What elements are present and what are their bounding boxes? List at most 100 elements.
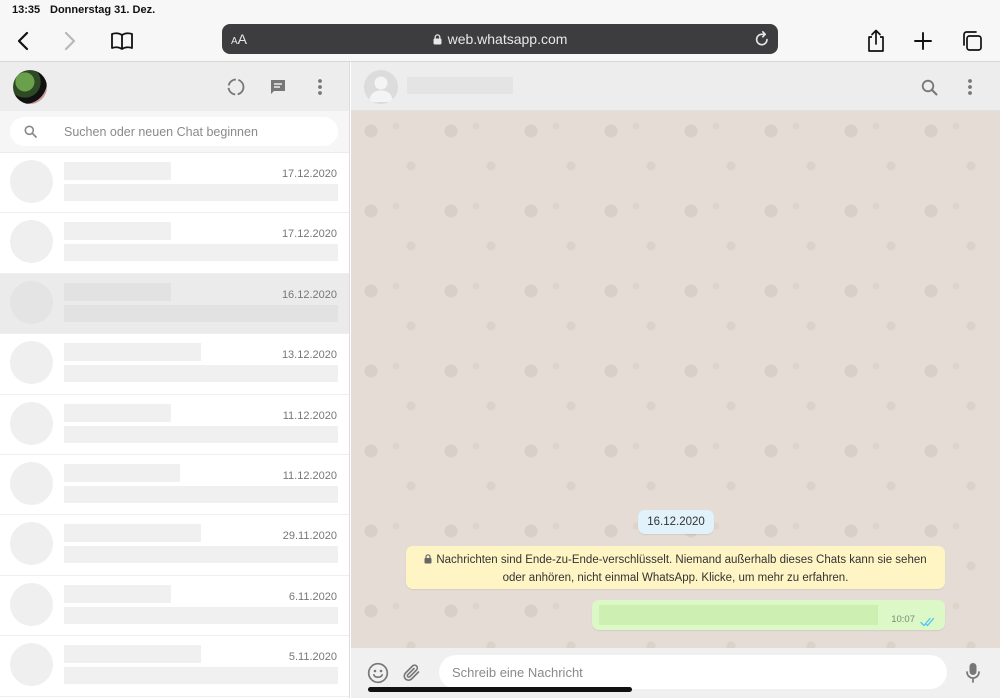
chat-date: 13.12.2020: [281, 349, 337, 362]
reload-icon: [755, 31, 768, 46]
contact-avatar: [10, 220, 53, 264]
contact-avatar: [10, 401, 53, 445]
chat-date: 17.12.2020: [281, 168, 337, 180]
contact-avatar[interactable]: [364, 70, 398, 104]
encryption-notice[interactable]: Nachrichten sind Ende-zu-Ende-verschlüss…: [406, 546, 945, 589]
chat-list-item[interactable]: 13.12.2020: [0, 334, 349, 395]
outgoing-message[interactable]: 10:07: [592, 600, 945, 630]
contact-name-placeholder: [64, 524, 201, 543]
book-icon: [111, 32, 133, 50]
contact-avatar: [10, 522, 53, 566]
lock-icon: [433, 32, 442, 48]
chat-list-item[interactable]: 11.12.2020: [0, 394, 349, 455]
message-text-placeholder: [599, 605, 878, 625]
message-input[interactable]: [439, 655, 947, 689]
last-message-placeholder: [64, 244, 338, 262]
emoji-icon: [367, 662, 389, 684]
chat-date: 6.11.2020: [288, 590, 337, 603]
forward-button[interactable]: [55, 26, 85, 56]
message-area[interactable]: 16.12.2020 Nachrichten sind Ende-zu-Ende…: [351, 111, 1000, 648]
default-avatar-icon: [369, 76, 393, 102]
contact-name-placeholder: [64, 343, 201, 362]
contact-avatar: [10, 280, 53, 324]
chevron-left-icon: [17, 31, 29, 51]
menu-button[interactable]: [308, 75, 332, 99]
contact-name-placeholder: [64, 645, 201, 664]
chat-list-item[interactable]: 6.11.2020: [0, 575, 349, 637]
status-icon: [227, 78, 245, 96]
more-vertical-icon: [968, 79, 972, 95]
share-button[interactable]: [861, 26, 891, 56]
reload-button[interactable]: [754, 30, 770, 52]
last-message-placeholder: [64, 425, 338, 443]
search-box: [10, 117, 338, 146]
contact-name-placeholder: [64, 282, 171, 301]
contact-avatar: [10, 160, 53, 203]
contact-name-placeholder: [64, 584, 171, 603]
encryption-notice-text: Nachrichten sind Ende-zu-Ende-verschlüss…: [436, 554, 927, 584]
chat-list-item-selected[interactable]: 16.12.2020: [0, 273, 349, 335]
contact-name-placeholder: [64, 403, 171, 422]
contact-avatar: [10, 643, 53, 687]
back-button[interactable]: [8, 26, 38, 56]
read-receipt-icon: [920, 614, 936, 632]
conversation-header: [351, 62, 1000, 111]
sidebar-header: [0, 62, 349, 111]
search-icon: [24, 125, 37, 143]
contact-name-placeholder: [64, 463, 180, 482]
url-display[interactable]: web.whatsapp.com: [222, 31, 778, 48]
chat-date: 16.12.2020: [281, 288, 337, 301]
search-messages-button[interactable]: [917, 75, 941, 99]
paperclip-icon: [403, 664, 420, 682]
more-vertical-icon: [318, 79, 322, 95]
chat-date: 11.12.2020: [282, 409, 337, 422]
chevron-right-icon: [64, 31, 76, 51]
chat-date: 17.12.2020: [281, 228, 337, 241]
new-tab-button[interactable]: [908, 26, 938, 56]
new-chat-button[interactable]: [266, 75, 290, 99]
date-divider: 16.12.2020: [638, 510, 714, 534]
voice-message-button[interactable]: [961, 661, 985, 685]
conversation-panel: 16.12.2020 Nachrichten sind Ende-zu-Ende…: [351, 62, 1000, 698]
contact-avatar: [10, 341, 53, 385]
last-message-placeholder: [64, 546, 338, 564]
profile-avatar[interactable]: [13, 70, 47, 104]
chat-date: 29.11.2020: [282, 530, 337, 543]
lock-icon: [424, 553, 432, 570]
last-message-placeholder: [64, 485, 338, 503]
contact-name-placeholder[interactable]: [407, 77, 513, 94]
last-message-placeholder: [64, 184, 338, 201]
contact-avatar: [10, 582, 53, 626]
contact-avatar: [10, 461, 53, 505]
home-indicator[interactable]: [368, 687, 632, 692]
contact-name-placeholder: [64, 222, 171, 241]
chat-list-item[interactable]: 17.12.2020: [0, 213, 349, 274]
status-bar: 13:35 Donnerstag 31. Dez.: [0, 0, 1000, 325]
contact-name-placeholder: [64, 162, 171, 180]
chat-sidebar: 17.12.2020 17.12.2020 16.12.2020 13.12.2…: [0, 62, 350, 698]
emoji-button[interactable]: [366, 661, 390, 685]
chat-date: 5.11.2020: [288, 651, 337, 664]
search-icon: [921, 79, 937, 95]
microphone-icon: [966, 663, 980, 683]
url-text: web.whatsapp.com: [447, 31, 568, 47]
tabs-icon: [963, 31, 982, 51]
chat-list-item[interactable]: 29.11.2020: [0, 515, 349, 576]
tabs-overview-button[interactable]: [957, 26, 987, 56]
address-bar[interactable]: AA web.whatsapp.com: [222, 24, 778, 54]
status-date: Donnerstag 31. Dez.: [50, 4, 156, 16]
status-time: 13:35: [12, 4, 41, 16]
chat-list-item[interactable]: 5.11.2020: [0, 636, 349, 697]
search-bar: [0, 111, 349, 153]
chat-list: 17.12.2020 17.12.2020 16.12.2020 13.12.2…: [0, 153, 349, 697]
bookmarks-button[interactable]: [107, 26, 137, 56]
message-time: 10:07: [891, 614, 915, 625]
status-button[interactable]: [224, 75, 248, 99]
conversation-menu-button[interactable]: [958, 75, 982, 99]
attach-button[interactable]: [400, 661, 424, 685]
search-input[interactable]: [64, 117, 324, 146]
chat-list-item[interactable]: 17.12.2020: [0, 153, 349, 214]
chat-list-item[interactable]: 11.12.2020: [0, 454, 349, 516]
share-icon: [868, 29, 884, 52]
last-message-placeholder: [64, 365, 338, 383]
